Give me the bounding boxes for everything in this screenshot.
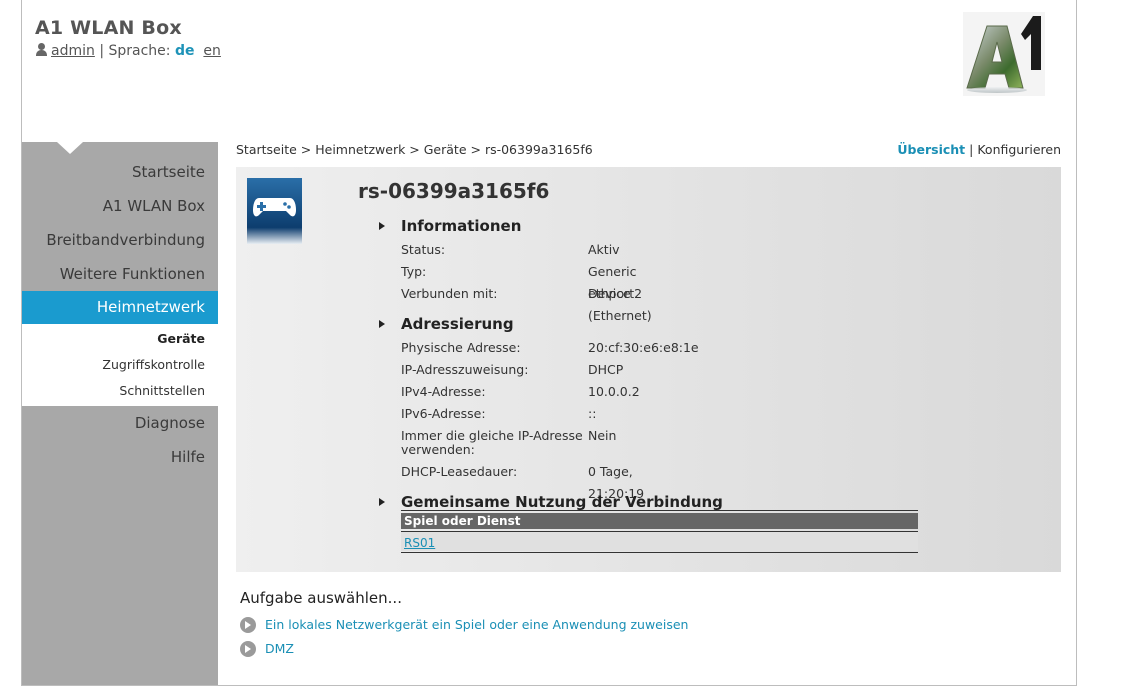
sidebar-item-hilfe[interactable]: Hilfe bbox=[22, 440, 218, 474]
language-de[interactable]: de bbox=[175, 43, 195, 59]
address-value: 20:cf:30:e6:e8:1e bbox=[588, 340, 699, 355]
address-label: DHCP-Leasedauer: bbox=[401, 464, 518, 479]
subnav-item-zugriffskontrolle[interactable]: Zugriffskontrolle bbox=[22, 352, 218, 378]
info-row-status: Status: Aktiv bbox=[376, 239, 620, 261]
task-label[interactable]: Ein lokales Netzwerkgerät ein Spiel oder… bbox=[265, 617, 688, 632]
view-configure-link[interactable]: Konfigurieren bbox=[977, 142, 1061, 157]
address-row-lease: DHCP-Leasedauer: 0 Tage, 21:20:19 bbox=[376, 461, 644, 501]
sidebar-item-breitbandverbindung[interactable]: Breitbandverbindung bbox=[22, 223, 218, 257]
information-heading[interactable]: Informationen bbox=[376, 215, 521, 237]
sharing-entry-link[interactable]: RS01 bbox=[404, 536, 435, 550]
table-row: RS01 bbox=[401, 531, 918, 551]
user-line: admin | Sprache: de en bbox=[35, 43, 221, 59]
address-value: DHCP bbox=[588, 362, 624, 377]
address-value: 10.0.0.2 bbox=[588, 384, 640, 399]
info-row-connected: Verbunden mit: ethport2 (Ethernet) bbox=[376, 283, 652, 323]
address-row-mac: Physische Adresse: 20:cf:30:e6:e8:1e bbox=[376, 337, 699, 359]
arrow-circle-icon bbox=[240, 617, 256, 633]
breadcrumb: Startseite > Heimnetzwerk > Geräte > rs-… bbox=[236, 142, 593, 157]
subnav-heimnetzwerk: Geräte Zugriffskontrolle Schnittstellen bbox=[22, 324, 218, 406]
address-row-ipv4: IPv4-Adresse: 10.0.0.2 bbox=[376, 381, 640, 403]
table-divider bbox=[401, 510, 918, 511]
user-link[interactable]: admin bbox=[51, 43, 95, 59]
info-value: Aktiv bbox=[588, 242, 620, 257]
address-row-static-ip: Immer die gleiche IP-Adresse verwenden: … bbox=[376, 425, 616, 461]
addressing-section: Adressierung Physische Adresse: 20:cf:30… bbox=[376, 313, 699, 501]
information-section: Informationen Status: Aktiv Typ: Generic… bbox=[376, 215, 652, 323]
info-label: Verbunden mit: bbox=[401, 286, 498, 301]
view-separator: | bbox=[969, 142, 974, 157]
address-row-assignment: IP-Adresszuweisung: DHCP bbox=[376, 359, 623, 381]
subnav-item-schnittstellen[interactable]: Schnittstellen bbox=[22, 378, 218, 404]
address-label: IP-Adresszuweisung: bbox=[401, 362, 529, 377]
info-label: Status: bbox=[401, 242, 446, 257]
sharing-table: Spiel oder Dienst RS01 bbox=[401, 510, 918, 553]
address-value: Nein bbox=[588, 428, 617, 443]
subnav-item-geraete[interactable]: Geräte bbox=[22, 326, 218, 352]
sidebar-item-heimnetzwerk[interactable]: Heimnetzwerk bbox=[22, 291, 218, 324]
sidebar-notch bbox=[57, 142, 83, 154]
language-en[interactable]: en bbox=[203, 43, 221, 59]
user-icon bbox=[35, 43, 48, 56]
sidebar-item-diagnose[interactable]: Diagnose bbox=[22, 406, 218, 440]
task-item-assign-game[interactable]: Ein lokales Netzwerkgerät ein Spiel oder… bbox=[240, 613, 688, 637]
table-divider bbox=[401, 552, 918, 553]
task-section: Aufgabe auswählen... Ein lokales Netzwer… bbox=[240, 589, 688, 661]
device-panel: rs-06399a3165f6 Informationen Status: Ak… bbox=[236, 167, 1061, 572]
app-title: A1 WLAN Box bbox=[35, 17, 182, 39]
header: A1 WLAN Box admin | Sprache: de en bbox=[35, 17, 221, 59]
arrow-circle-icon bbox=[240, 641, 256, 657]
device-title: rs-06399a3165f6 bbox=[358, 179, 550, 203]
addressing-heading[interactable]: Adressierung bbox=[376, 313, 514, 335]
task-label[interactable]: DMZ bbox=[265, 641, 294, 656]
address-label: Immer die gleiche IP-Adresse verwenden: bbox=[401, 428, 583, 457]
info-label: Typ: bbox=[401, 264, 427, 279]
view-switcher: Übersicht | Konfigurieren bbox=[897, 142, 1061, 157]
view-overview-link[interactable]: Übersicht bbox=[897, 142, 965, 157]
task-item-dmz[interactable]: DMZ bbox=[240, 637, 688, 661]
language-label: | Sprache: bbox=[99, 43, 171, 59]
a1-logo: A1 bbox=[963, 12, 1045, 96]
sidebar-item-weitere-funktionen[interactable]: Weitere Funktionen bbox=[22, 257, 218, 291]
info-value: ethport2 (Ethernet) bbox=[588, 286, 652, 323]
sidebar-item-a1-wlan-box[interactable]: A1 WLAN Box bbox=[22, 189, 218, 223]
address-label: IPv6-Adresse: bbox=[401, 406, 486, 421]
address-label: Physische Adresse: bbox=[401, 340, 521, 355]
table-header: Spiel oder Dienst bbox=[401, 513, 918, 529]
info-row-type: Typ: Generic Device bbox=[376, 261, 636, 301]
address-row-ipv6: IPv6-Adresse: :: bbox=[376, 403, 596, 425]
address-label: IPv4-Adresse: bbox=[401, 384, 486, 399]
sidebar-item-startseite[interactable]: Startseite bbox=[22, 155, 218, 189]
gamepad-icon bbox=[247, 178, 302, 244]
sidebar: Startseite A1 WLAN Box Breitbandverbindu… bbox=[22, 142, 218, 685]
task-title: Aufgabe auswählen... bbox=[240, 589, 402, 607]
address-value: :: bbox=[588, 406, 597, 421]
